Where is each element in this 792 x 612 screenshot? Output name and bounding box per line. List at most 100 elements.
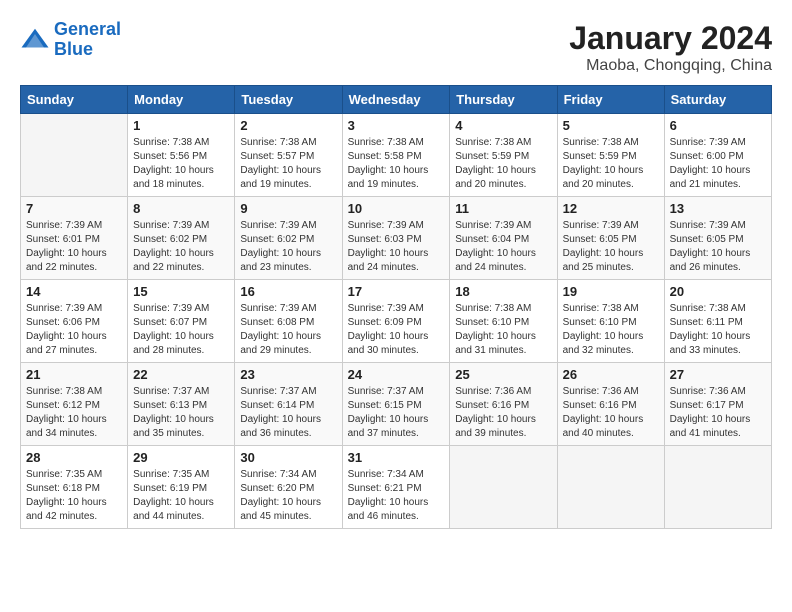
day-number: 9 xyxy=(240,201,336,216)
page-header: General Blue January 2024 Maoba, Chongqi… xyxy=(20,20,772,75)
calendar-cell xyxy=(557,446,664,529)
calendar-cell: 19Sunrise: 7:38 AMSunset: 6:10 PMDayligh… xyxy=(557,280,664,363)
calendar-week-3: 14 Sunrise: 7:39 AMSunset: 6:06 PMDayligh… xyxy=(21,280,772,363)
day-number: 18 xyxy=(455,284,551,299)
day-info: Sunrise: 7:38 AMSunset: 6:11 PMDaylight:… xyxy=(670,302,766,358)
day-number: 29 xyxy=(133,450,229,465)
day-info: Sunrise: 7:34 AMSunset: 6:20 PMDaylight:… xyxy=(240,468,336,524)
day-info: Sunrise: 7:39 AMSunset: 6:02 PMDaylight:… xyxy=(133,219,229,275)
day-number: 8 xyxy=(133,201,229,216)
day-number: 16 xyxy=(240,284,336,299)
logo: General Blue xyxy=(20,20,121,60)
main-title: January 2024 xyxy=(569,20,772,57)
day-info: Sunrise: 7:39 AMSunset: 6:09 PMDaylight:… xyxy=(348,302,445,358)
subtitle: Maoba, Chongqing, China xyxy=(569,57,772,75)
calendar-cell: 1 Sunrise: 7:38 AMSunset: 5:56 PMDaylight… xyxy=(128,114,235,197)
day-info: Sunrise: 7:38 AMSunset: 5:58 PMDaylight:… xyxy=(348,136,445,192)
day-number: 3 xyxy=(348,118,445,133)
calendar-cell: 27Sunrise: 7:36 AMSunset: 6:17 PMDayligh… xyxy=(664,363,771,446)
day-info: Sunrise: 7:39 AMSunset: 6:02 PMDaylight:… xyxy=(240,219,336,275)
calendar-cell: 23Sunrise: 7:37 AMSunset: 6:14 PMDayligh… xyxy=(235,363,342,446)
day-number: 14 xyxy=(26,284,122,299)
day-info: Sunrise: 7:39 AMSunset: 6:06 PMDaylight:… xyxy=(26,302,122,358)
calendar-cell: 22Sunrise: 7:37 AMSunset: 6:13 PMDayligh… xyxy=(128,363,235,446)
day-info: Sunrise: 7:39 AMSunset: 6:08 PMDaylight:… xyxy=(240,302,336,358)
day-number: 25 xyxy=(455,367,551,382)
day-info: Sunrise: 7:35 AMSunset: 6:19 PMDaylight:… xyxy=(133,468,229,524)
calendar-week-1: 1 Sunrise: 7:38 AMSunset: 5:56 PMDaylight… xyxy=(21,114,772,197)
day-info: Sunrise: 7:39 AMSunset: 6:05 PMDaylight:… xyxy=(670,219,766,275)
day-number: 6 xyxy=(670,118,766,133)
calendar-cell xyxy=(664,446,771,529)
day-info: Sunrise: 7:36 AMSunset: 6:16 PMDaylight:… xyxy=(563,385,659,441)
day-number: 23 xyxy=(240,367,336,382)
column-header-saturday: Saturday xyxy=(664,86,771,114)
logo-line2: Blue xyxy=(54,39,93,59)
title-block: January 2024 Maoba, Chongqing, China xyxy=(569,20,772,75)
calendar-cell: 29 Sunrise: 7:35 AMSunset: 6:19 PMDayligh… xyxy=(128,446,235,529)
day-number: 22 xyxy=(133,367,229,382)
day-number: 11 xyxy=(455,201,551,216)
column-header-wednesday: Wednesday xyxy=(342,86,450,114)
day-number: 10 xyxy=(348,201,445,216)
day-info: Sunrise: 7:39 AMSunset: 6:05 PMDaylight:… xyxy=(563,219,659,275)
calendar-cell: 5 Sunrise: 7:38 AMSunset: 5:59 PMDaylight… xyxy=(557,114,664,197)
day-number: 28 xyxy=(26,450,122,465)
column-header-thursday: Thursday xyxy=(450,86,557,114)
calendar-cell: 3 Sunrise: 7:38 AMSunset: 5:58 PMDaylight… xyxy=(342,114,450,197)
logo-line1: General xyxy=(54,19,121,39)
calendar-cell: 6 Sunrise: 7:39 AMSunset: 6:00 PMDaylight… xyxy=(664,114,771,197)
column-header-friday: Friday xyxy=(557,86,664,114)
calendar-cell: 30 Sunrise: 7:34 AMSunset: 6:20 PMDayligh… xyxy=(235,446,342,529)
calendar-body: 1 Sunrise: 7:38 AMSunset: 5:56 PMDaylight… xyxy=(21,114,772,529)
header-row: SundayMondayTuesdayWednesdayThursdayFrid… xyxy=(21,86,772,114)
day-number: 30 xyxy=(240,450,336,465)
calendar-cell: 11 Sunrise: 7:39 AMSunset: 6:04 PMDayligh… xyxy=(450,197,557,280)
day-info: Sunrise: 7:39 AMSunset: 6:07 PMDaylight:… xyxy=(133,302,229,358)
calendar-cell: 10 Sunrise: 7:39 AMSunset: 6:03 PMDayligh… xyxy=(342,197,450,280)
day-info: Sunrise: 7:38 AMSunset: 5:59 PMDaylight:… xyxy=(455,136,551,192)
day-number: 24 xyxy=(348,367,445,382)
day-info: Sunrise: 7:38 AMSunset: 5:57 PMDaylight:… xyxy=(240,136,336,192)
day-info: Sunrise: 7:39 AMSunset: 6:01 PMDaylight:… xyxy=(26,219,122,275)
day-info: Sunrise: 7:38 AMSunset: 5:56 PMDaylight:… xyxy=(133,136,229,192)
calendar-cell: 28Sunrise: 7:35 AMSunset: 6:18 PMDayligh… xyxy=(21,446,128,529)
day-number: 31 xyxy=(348,450,445,465)
day-info: Sunrise: 7:38 AMSunset: 5:59 PMDaylight:… xyxy=(563,136,659,192)
calendar-cell: 12 Sunrise: 7:39 AMSunset: 6:05 PMDayligh… xyxy=(557,197,664,280)
day-number: 1 xyxy=(133,118,229,133)
day-info: Sunrise: 7:38 AMSunset: 6:12 PMDaylight:… xyxy=(26,385,122,441)
day-info: Sunrise: 7:36 AMSunset: 6:16 PMDaylight:… xyxy=(455,385,551,441)
day-number: 21 xyxy=(26,367,122,382)
column-header-tuesday: Tuesday xyxy=(235,86,342,114)
day-info: Sunrise: 7:39 AMSunset: 6:00 PMDaylight:… xyxy=(670,136,766,192)
day-number: 12 xyxy=(563,201,659,216)
calendar-cell: 14 Sunrise: 7:39 AMSunset: 6:06 PMDayligh… xyxy=(21,280,128,363)
day-number: 26 xyxy=(563,367,659,382)
calendar-cell: 26 Sunrise: 7:36 AMSunset: 6:16 PMDayligh… xyxy=(557,363,664,446)
day-info: Sunrise: 7:37 AMSunset: 6:15 PMDaylight:… xyxy=(348,385,445,441)
day-info: Sunrise: 7:39 AMSunset: 6:04 PMDaylight:… xyxy=(455,219,551,275)
day-number: 2 xyxy=(240,118,336,133)
day-number: 13 xyxy=(670,201,766,216)
day-number: 15 xyxy=(133,284,229,299)
logo-text: General Blue xyxy=(54,20,121,60)
calendar-week-5: 28Sunrise: 7:35 AMSunset: 6:18 PMDayligh… xyxy=(21,446,772,529)
calendar-cell: 18 Sunrise: 7:38 AMSunset: 6:10 PMDayligh… xyxy=(450,280,557,363)
calendar-cell: 24 Sunrise: 7:37 AMSunset: 6:15 PMDayligh… xyxy=(342,363,450,446)
calendar-cell: 9 Sunrise: 7:39 AMSunset: 6:02 PMDaylight… xyxy=(235,197,342,280)
calendar-cell: 21 Sunrise: 7:38 AMSunset: 6:12 PMDayligh… xyxy=(21,363,128,446)
day-number: 5 xyxy=(563,118,659,133)
calendar-cell: 8 Sunrise: 7:39 AMSunset: 6:02 PMDaylight… xyxy=(128,197,235,280)
calendar-cell: 25 Sunrise: 7:36 AMSunset: 6:16 PMDayligh… xyxy=(450,363,557,446)
calendar-cell: 4 Sunrise: 7:38 AMSunset: 5:59 PMDaylight… xyxy=(450,114,557,197)
calendar-cell: 15 Sunrise: 7:39 AMSunset: 6:07 PMDayligh… xyxy=(128,280,235,363)
day-number: 17 xyxy=(348,284,445,299)
day-info: Sunrise: 7:38 AMSunset: 6:10 PMDaylight:… xyxy=(455,302,551,358)
day-number: 20 xyxy=(670,284,766,299)
day-number: 4 xyxy=(455,118,551,133)
column-header-sunday: Sunday xyxy=(21,86,128,114)
day-info: Sunrise: 7:39 AMSunset: 6:03 PMDaylight:… xyxy=(348,219,445,275)
calendar-week-4: 21 Sunrise: 7:38 AMSunset: 6:12 PMDayligh… xyxy=(21,363,772,446)
logo-icon xyxy=(20,25,50,55)
